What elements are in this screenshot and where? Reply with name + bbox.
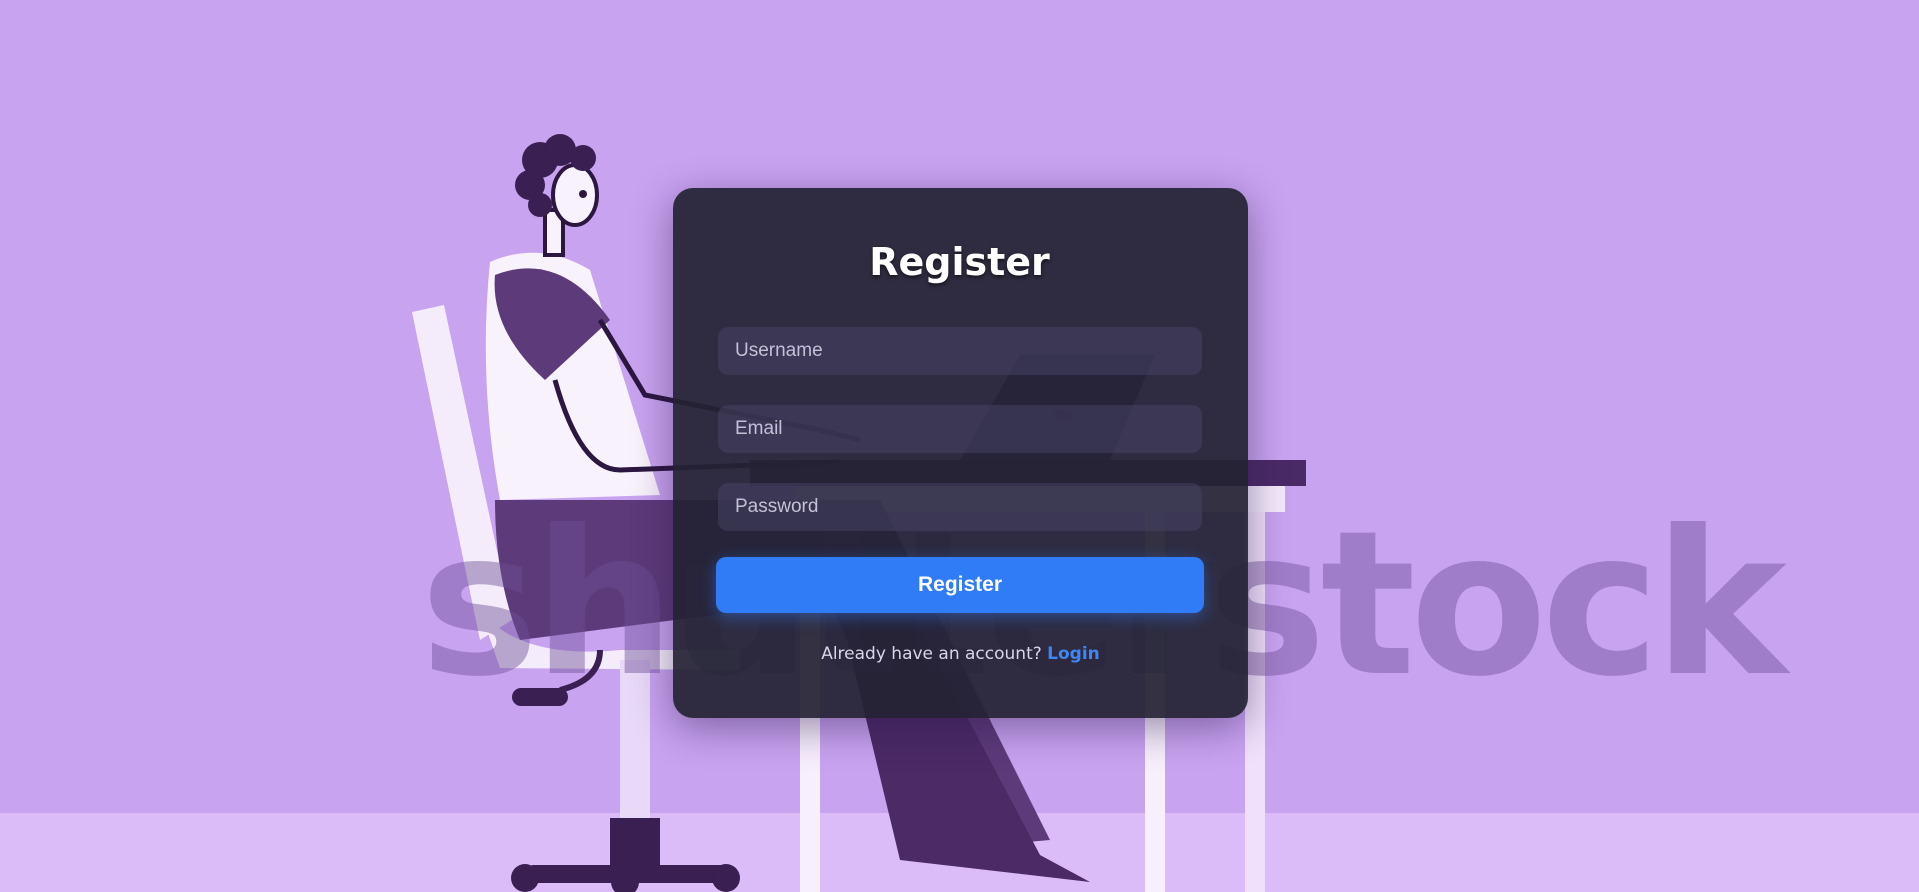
login-link[interactable]: Login bbox=[1047, 644, 1100, 664]
password-input[interactable] bbox=[718, 483, 1202, 531]
email-input[interactable] bbox=[718, 405, 1202, 453]
login-prompt: Already have an account? Login bbox=[673, 644, 1248, 664]
page-title: Register bbox=[869, 240, 1050, 284]
register-button[interactable]: Register bbox=[716, 557, 1204, 613]
login-prompt-text: Already have an account? bbox=[821, 644, 1042, 664]
page-background: shutterstock Register Register Already h… bbox=[0, 0, 1919, 892]
username-input[interactable] bbox=[718, 327, 1202, 375]
